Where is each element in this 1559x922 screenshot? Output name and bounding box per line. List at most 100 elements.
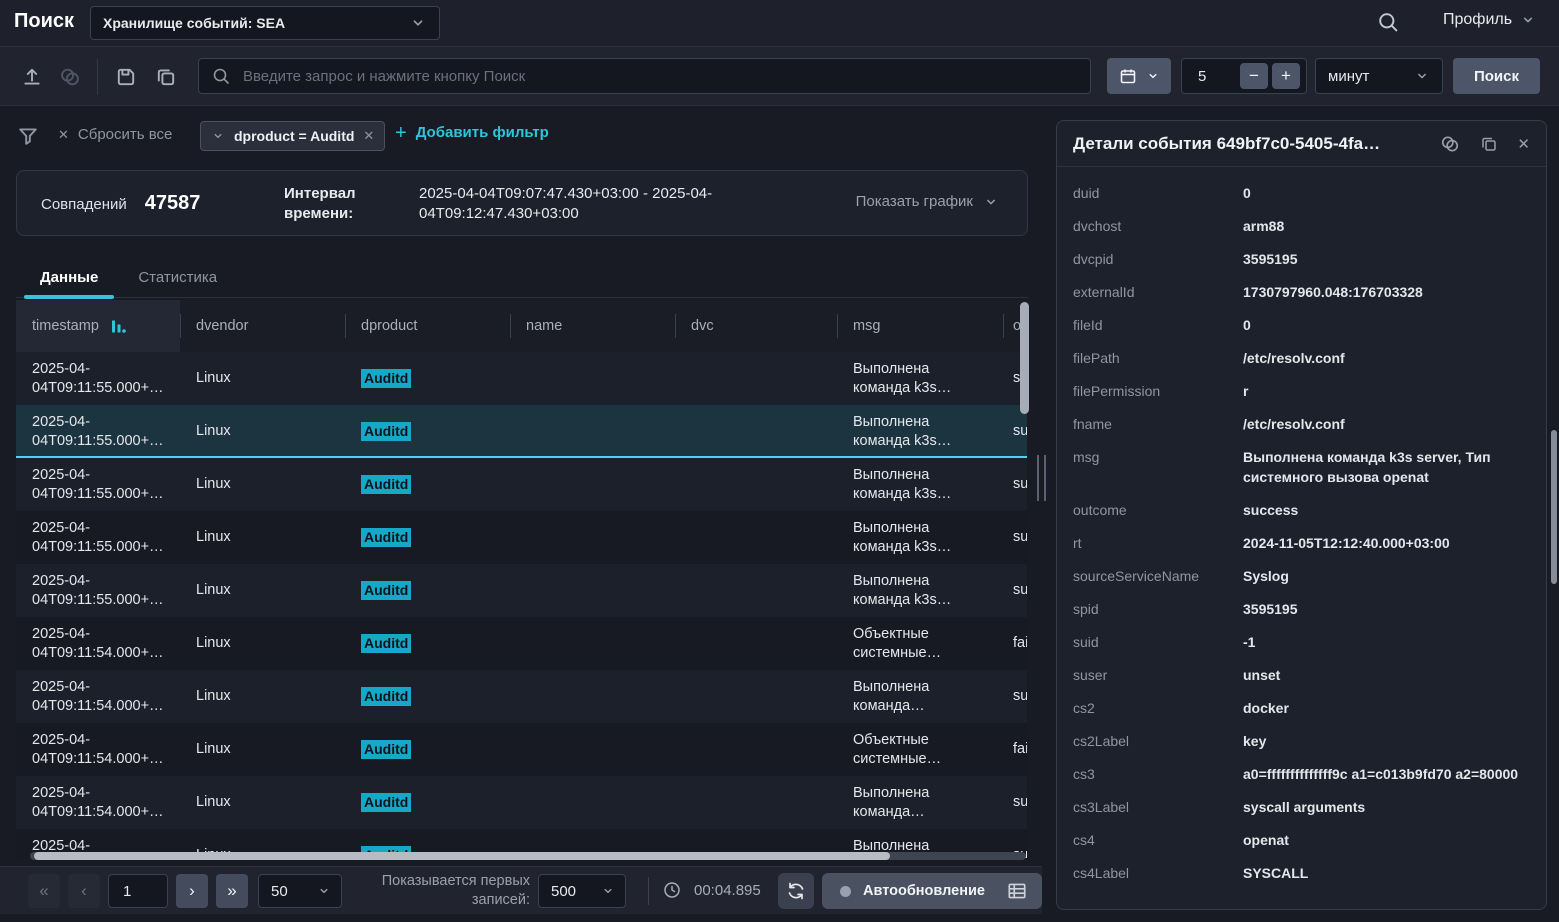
dproduct-badge: Auditd [361,475,411,494]
dproduct-badge: Auditd [361,422,411,441]
close-icon[interactable]: ✕ [1517,135,1530,153]
autorefresh-toggle[interactable]: Автообновление [822,873,1042,909]
column-header-msg[interactable]: msg [837,300,1003,352]
calendar-icon [1118,66,1138,86]
horizontal-scrollbar-thumb[interactable] [34,852,890,860]
filter-chip[interactable]: dproduct = Auditd ✕ [200,121,385,151]
cell-name [510,352,675,405]
tab-label: Статистика [138,269,217,286]
detail-field-row: cs3Label syscall arguments [1073,797,1530,817]
table-header: timestamp dvendor dproduct name dvc msg … [16,300,1027,352]
table-row[interactable]: 2025-04-04T09:11:54.000+… Linux Auditd О… [16,723,1027,776]
save-query-icon[interactable] [114,65,138,89]
export-icon[interactable] [20,65,44,89]
add-filter-button[interactable]: + Добавить фильтр [395,124,549,141]
global-search-icon[interactable] [1376,10,1400,34]
columns-settings-icon[interactable] [1006,880,1028,902]
link-events-icon[interactable] [1439,133,1461,155]
cell-name [510,617,675,670]
detail-field-key: cs3Label [1073,797,1243,817]
column-header-label: dvc [691,318,714,334]
page-number-input[interactable] [108,874,168,908]
remove-filter-icon[interactable]: ✕ [363,128,374,144]
table-row[interactable]: 2025-04-04T09:11:54.000+… Linux Auditd В… [16,670,1027,723]
detail-field-row: outcome success [1073,500,1530,520]
profile-menu[interactable]: Профиль [1443,11,1536,29]
table-row[interactable]: 2025-04-04T09:11:54.000+… Linux Auditd О… [16,617,1027,670]
cell-dvc [675,617,837,670]
cell-msg: Выполнена команда… [837,776,1003,829]
copy-icon[interactable] [1479,134,1499,154]
search-button[interactable]: Поиск [1453,58,1540,94]
column-header-dvendor[interactable]: dvendor [180,300,345,352]
cell-name [510,670,675,723]
table-row[interactable]: 2025-04-04T09:11:55.000+… Linux Auditd В… [16,564,1027,617]
detail-field-key: externalId [1073,282,1243,302]
chevron-down-icon [409,14,427,32]
detail-field-key: filePermission [1073,381,1243,401]
reset-filters-button[interactable]: ✕ Сбросить все [58,126,172,143]
interval-value-input[interactable] [1196,67,1236,86]
prev-page-button[interactable]: ‹ [68,874,100,908]
show-chart-button[interactable]: Показать график [856,193,999,210]
detail-field-key: cs2 [1073,698,1243,718]
cell-msg: Выполнена команда k3s… [837,511,1003,564]
sort-histogram-icon[interactable] [111,318,127,335]
query-input[interactable] [241,67,1078,86]
refresh-button[interactable] [778,873,814,909]
horizontal-scrollbar[interactable] [30,852,1026,860]
detail-field-key: cs4Label [1073,863,1243,883]
detail-field-row: dvchost arm88 [1073,216,1530,236]
first-page-button[interactable]: « [28,874,60,908]
interval-decrement-button[interactable]: − [1240,63,1268,89]
table-row[interactable]: 2025-04-04T09:11:55.000+… Linux Auditd В… [16,405,1027,458]
copy-query-icon[interactable] [154,65,178,89]
next-page-button[interactable]: › [176,874,208,908]
cell-name [510,405,675,458]
table-row[interactable]: 2025-04-04T09:11:55.000+… Linux Auditd В… [16,352,1027,405]
tab[interactable]: Данные [24,258,114,297]
dproduct-badge: Auditd [361,369,411,388]
search-icon [211,66,231,86]
cell-dvendor: Linux [180,405,345,458]
detail-field-value: a0=ffffffffffffff9c a1=c013b9fd70 a2=800… [1243,764,1530,784]
table-scrollbar-thumb[interactable] [1020,302,1029,414]
reset-filters-label: Сбросить все [78,126,172,143]
page-size-select[interactable]: 50 [258,874,342,908]
column-header-dproduct[interactable]: dproduct [345,300,510,352]
detail-field-row: spid 3595195 [1073,599,1530,619]
table-row[interactable]: 2025-04-04T09:11:54.000+… Linux Auditd В… [16,776,1027,829]
cell-dvendor: Linux [180,564,345,617]
column-header-label: msg [853,318,880,334]
column-header-dvc[interactable]: dvc [675,300,837,352]
filter-icon [16,124,40,148]
table-row[interactable]: 2025-04-04T09:11:55.000+… Linux Auditd В… [16,511,1027,564]
detail-field-key: fileId [1073,315,1243,335]
calendar-button[interactable] [1107,58,1171,94]
cell-timestamp: 2025-04-04T09:11:55.000+… [16,352,180,405]
interval-increment-button[interactable]: + [1272,63,1300,89]
interval-unit-select[interactable]: минут [1315,58,1443,94]
detail-field-value: 1730797960.048:176703328 [1243,282,1530,302]
record-limit-select[interactable]: 500 [538,874,626,908]
details-scrollbar-thumb[interactable] [1551,430,1557,584]
panel-resize-handle[interactable] [1037,455,1046,501]
storage-select-value: Хранилище событий: SEA [103,15,409,31]
page-size-value: 50 [271,883,307,900]
column-header-name[interactable]: name [510,300,675,352]
last-page-button[interactable]: » [216,874,248,908]
cell-name [510,564,675,617]
cell-outcome: failure [1003,723,1027,776]
column-header-timestamp[interactable]: timestamp [16,300,180,352]
dproduct-badge: Auditd [361,581,411,600]
detail-field-key: suser [1073,665,1243,685]
detail-field-value: docker [1243,698,1530,718]
link-events-icon[interactable] [58,65,82,89]
table-row[interactable]: 2025-04-04T09:11:55.000+… Linux Auditd В… [16,458,1027,511]
chevron-down-icon [1414,68,1430,84]
detail-field-row: fileId 0 [1073,315,1530,335]
tab[interactable]: Статистика [122,258,233,297]
detail-field-row: rt 2024-11-05T12:12:40.000+03:00 [1073,533,1530,553]
storage-select[interactable]: Хранилище событий: SEA [90,6,440,40]
event-details-header: Детали события 649bf7c0-5405-4fa… ✕ [1057,121,1546,167]
